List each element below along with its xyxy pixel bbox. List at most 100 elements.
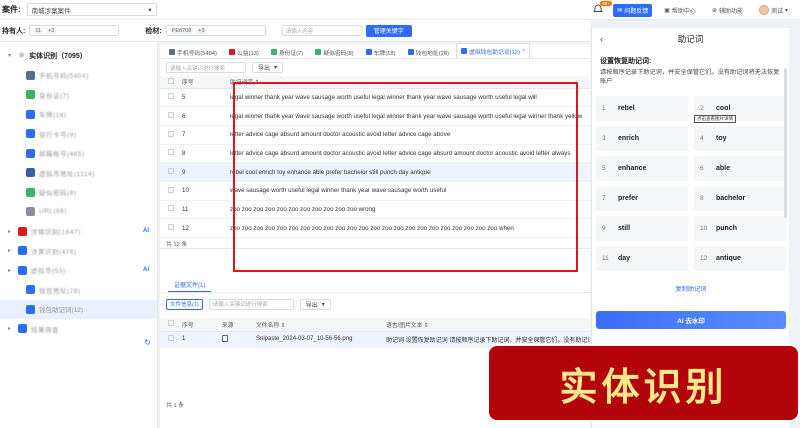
chevron-right-icon: ▸: [8, 228, 12, 235]
entity-icon: ⚛: [18, 51, 26, 61]
ev-col-text[interactable]: 语言/图片文本 ⇕: [386, 318, 590, 332]
back-icon[interactable]: ‹: [600, 34, 603, 44]
mnemonic-table: 序号 助记词字 ⇕ 5 legal winner thank year wave …: [160, 76, 590, 238]
sidebar-item[interactable]: 银行卡号(9): [0, 124, 157, 144]
tab-item[interactable]: 钱包地址(28): [403, 45, 455, 58]
mnemonic-word: 3 enrich: [596, 126, 688, 151]
ev-col-filename[interactable]: 文件名称 ⇕: [256, 318, 386, 332]
sidebar-item[interactable]: 邮箱账号(465): [0, 144, 157, 164]
sidebar-item[interactable]: 手机号码(5404): [0, 66, 157, 86]
row-checkbox[interactable]: [168, 335, 174, 341]
assist-button[interactable]: ⊕ 辅助功能: [708, 4, 747, 17]
id-card-icon: [26, 90, 35, 100]
row-checkbox[interactable]: [168, 149, 174, 156]
notification-bell[interactable]: 99+: [593, 1, 612, 16]
table-row[interactable]: 11 zoo zoo zoo zoo zoo zoo zoo zoo zoo zo…: [160, 200, 590, 220]
user-menu[interactable]: 测试 ▾: [755, 3, 792, 17]
material-select[interactable]: PE6708 +3: [165, 25, 266, 36]
feedback-button[interactable]: ✉ 问题反馈: [613, 3, 653, 17]
sidebar-item[interactable]: URL(66): [0, 202, 157, 222]
table-row[interactable]: 5 legal winner thank year wave sausage wo…: [160, 88, 590, 108]
evidence-select-all[interactable]: [168, 320, 174, 327]
row-checkbox[interactable]: [168, 168, 174, 175]
sidebar-item[interactable]: ▸ 涉赌识别(1647) AI: [0, 222, 157, 242]
sidebar-root-entity[interactable]: ▾ ⚛ 实体识别（7095）: [0, 46, 157, 66]
notification-badge: 99+: [600, 1, 612, 6]
phone-icon: [26, 70, 35, 80]
tab-item[interactable]: 身份证(7): [266, 45, 308, 58]
ai-watermark-button[interactable]: AI 去水印: [596, 311, 786, 329]
row-checkbox[interactable]: [168, 186, 174, 193]
ai-badge: AI: [143, 267, 149, 274]
select-all-checkbox[interactable]: [168, 77, 174, 84]
chevron-right-icon: ▸: [8, 326, 12, 333]
evidence-tabs: 证据文件(1): [160, 280, 590, 293]
evidence-search-input[interactable]: 请输入关键词进行搜索: [208, 298, 294, 310]
holder-select[interactable]: 11 +3: [29, 25, 120, 36]
result-search-input[interactable]: 请输入关键词进行搜索: [166, 62, 246, 73]
chevron-right-icon: ▸: [8, 248, 12, 255]
manage-keywords-button[interactable]: 管理关键字: [365, 24, 412, 37]
banner-title: 实体识别: [559, 364, 728, 409]
row-checkbox[interactable]: [168, 93, 174, 100]
sidebar-item[interactable]: 疑似密码(8): [0, 183, 157, 203]
sidebar-item[interactable]: 虚拟币地址(1114): [0, 163, 157, 183]
lock-icon: [26, 187, 35, 197]
row-checkbox[interactable]: [168, 112, 174, 119]
help-icon: ▣: [664, 7, 670, 14]
document-icon: [222, 334, 228, 342]
row-checkbox[interactable]: [168, 224, 174, 231]
col-mnemonic[interactable]: 助记词字 ⇕: [230, 76, 590, 89]
car-icon: [26, 109, 35, 119]
sidebar-item[interactable]: ▸ 虚拟币(53) AI: [0, 261, 157, 281]
tab-item[interactable]: 手机号码(5404): [164, 45, 222, 58]
evidence-export-button[interactable]: 导出 ▾: [299, 298, 331, 310]
feedback-icon: ✉: [617, 7, 623, 14]
ai-badge: AI: [143, 228, 149, 235]
chevron-down-icon: ▾: [148, 6, 152, 14]
keyword-input[interactable]: 请输入内容: [281, 25, 362, 36]
table-row[interactable]: 7 letter advice cage absurd amount doctor…: [160, 125, 590, 145]
mnemonic-word: 1 rebel: [596, 96, 688, 121]
tab-icon: [365, 49, 372, 55]
entity-recognition-banner: 实体识别: [487, 344, 800, 422]
table-row[interactable]: 8 letter advice cage absurd amount doctor…: [160, 144, 590, 164]
panel-scrollbar[interactable]: [784, 68, 787, 218]
export-button[interactable]: 导出 ▾: [252, 62, 284, 73]
refresh-icon[interactable]: ↻: [144, 338, 151, 347]
tab-item[interactable]: 车牌(18): [361, 45, 401, 58]
row-checkbox[interactable]: [168, 130, 174, 137]
file-info-button[interactable]: 文件信息(1): [166, 298, 203, 310]
chevron-down-icon: ▾: [784, 7, 788, 14]
wallet-icon: [26, 285, 35, 295]
case-select[interactable]: 南城涉案案件 ▾: [26, 3, 157, 16]
filter-icon: [18, 324, 27, 334]
sidebar-item[interactable]: ▸ 结果筛查: [0, 319, 157, 339]
holder-label: 持有人:: [2, 27, 26, 35]
table-row[interactable]: 9 rebel cool enrich toy enhance able pref…: [160, 162, 590, 182]
sidebar-item[interactable]: ▸ 涉黄识别(476): [0, 241, 157, 261]
mnemonic-word: 4 toy: [694, 126, 786, 151]
tab-item[interactable]: 公益(13): [224, 45, 264, 58]
table-row[interactable]: 6 legal winner thank year wave sausage wo…: [160, 106, 590, 126]
sidebar-item[interactable]: 钱包地址(28): [0, 280, 157, 300]
close-icon[interactable]: ×: [522, 48, 525, 54]
tab-item[interactable]: 疑似密码(8): [310, 45, 358, 58]
help-center-button[interactable]: ▣ 帮助中心: [660, 4, 700, 17]
ev-col-source: 来源: [222, 318, 256, 332]
mnemonic-word: 8 bachelor: [694, 186, 786, 211]
row-checkbox[interactable]: [168, 205, 174, 212]
sidebar-item[interactable]: 钱包助记词(12): [0, 299, 157, 319]
table-row[interactable]: 12 zoo zoo zoo zoo zoo zoo zoo zoo zoo zo…: [160, 218, 590, 238]
tab-item[interactable]: 虚拟钱包助记词(12) ×: [456, 43, 531, 58]
table-row[interactable]: 10 wave sausage worth useful legal winner…: [160, 181, 590, 201]
sidebar-item[interactable]: 身份证(7): [0, 85, 157, 105]
result-toolbar: 请输入关键词进行搜索 导出 ▾: [160, 59, 590, 76]
copy-mnemonic-link[interactable]: 复制助记词: [592, 284, 790, 293]
mnemonic-word: 9 still: [596, 216, 688, 241]
tab-icon: [461, 48, 468, 54]
mnemonic-word: 10 punch: [694, 216, 786, 241]
sidebar-item[interactable]: 车牌(18): [0, 105, 157, 125]
image-icon: [18, 246, 27, 256]
tab-evidence-files[interactable]: 证据文件(1): [168, 280, 212, 292]
